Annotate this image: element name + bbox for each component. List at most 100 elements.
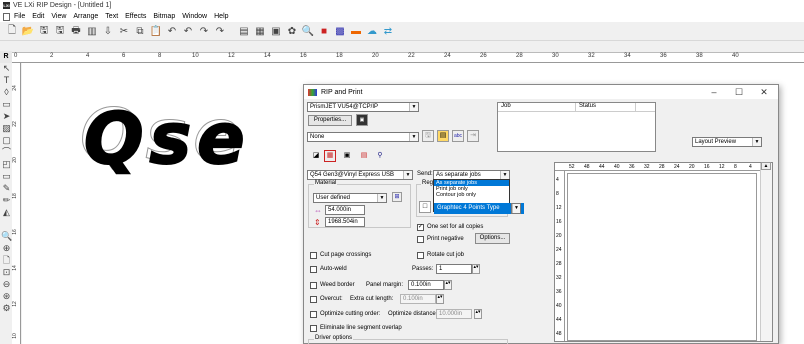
overcut-checkbox[interactable] xyxy=(310,296,317,303)
print-icon[interactable]: 🖶 xyxy=(69,25,83,39)
preview-media-area[interactable] xyxy=(567,173,757,341)
new-icon[interactable]: 🗋 xyxy=(5,25,19,39)
undo2-icon[interactable]: ↶ xyxy=(181,25,195,39)
status-column-header[interactable]: Status xyxy=(576,103,636,111)
palette-icon[interactable]: ■ xyxy=(317,25,331,39)
passes-spinner[interactable]: ▴▾ xyxy=(472,264,480,274)
undo-icon[interactable]: ↶ xyxy=(165,25,179,39)
tab-cut-icon[interactable]: ⚲ xyxy=(374,151,386,163)
zoom-selection-tool-icon[interactable]: ⊛ xyxy=(1,291,12,302)
registration-marks-icon[interactable]: □ xyxy=(419,201,431,213)
extra-cut-length-spinner[interactable]: ▴▾ xyxy=(436,294,444,304)
menu-arrange[interactable]: Arrange xyxy=(73,13,98,20)
passes-field[interactable]: 1 xyxy=(436,264,472,274)
cut-page-crossings-checkbox[interactable] xyxy=(310,252,317,259)
print-negative-checkbox[interactable] xyxy=(417,236,424,243)
frame-tool-icon[interactable]: ▢ xyxy=(1,135,12,146)
zoom-out-tool-icon[interactable]: ⊖ xyxy=(1,279,12,290)
layout-preview-select[interactable]: Layout Preview ▼ xyxy=(692,137,762,147)
canvas-text-object[interactable]: Qse xyxy=(83,97,251,181)
media-length-field[interactable]: 1968.504in xyxy=(325,217,365,227)
pointer-tool-icon[interactable]: ↖ xyxy=(1,63,12,74)
save-as-icon[interactable]: 🖫 xyxy=(53,25,67,39)
pencil-tool-icon[interactable]: ✏ xyxy=(1,195,12,206)
open-preset-icon[interactable]: ▤ xyxy=(437,130,449,142)
zoom-fit-tool-icon[interactable]: ⊡ xyxy=(1,267,12,278)
auto-weld-checkbox[interactable] xyxy=(310,266,317,273)
cloud-icon[interactable]: ☁ xyxy=(365,25,379,39)
maximize-button[interactable]: ☐ xyxy=(729,85,749,99)
zoom-icon[interactable]: 🔍 xyxy=(301,25,315,39)
shape-tool-icon[interactable]: ◊ xyxy=(1,87,12,98)
save-icon[interactable]: 🖫 xyxy=(37,25,51,39)
preset-select[interactable]: None ▼ xyxy=(307,132,419,142)
align-icon[interactable]: ▤ xyxy=(237,25,251,39)
cutter-select[interactable]: Q54 Gen3@Vinyl Express USB ▼ xyxy=(307,170,413,180)
menu-help[interactable]: Help xyxy=(214,13,228,20)
optimize-distance-spinner[interactable]: ▴▾ xyxy=(474,309,482,319)
copy-icon[interactable]: ⧉ xyxy=(133,25,147,39)
node-tool-icon[interactable]: ➤ xyxy=(1,111,12,122)
optimize-distance-field[interactable]: 10.000in xyxy=(436,309,472,319)
import-icon[interactable]: ⇩ xyxy=(101,25,115,39)
tab-general-icon[interactable]: ◪ xyxy=(310,151,322,163)
tab-image-icon[interactable]: ▣ xyxy=(341,151,353,163)
color-icon[interactable]: ✿ xyxy=(285,25,299,39)
outline-tool-icon[interactable]: ◰ xyxy=(1,159,12,170)
menu-view[interactable]: View xyxy=(51,13,66,20)
arrange-icon[interactable]: ▦ xyxy=(253,25,267,39)
layout-preview-pane[interactable]: 52 48 44 40 36 32 28 24 20 16 12 8 4 4 8 12 16 20 24 28 32 3… xyxy=(554,162,773,342)
dimension-tool-icon[interactable]: ▭ xyxy=(1,171,12,182)
ruler-corner[interactable]: R xyxy=(0,51,12,63)
zoom-page-tool-icon[interactable]: 🗋 xyxy=(1,255,12,266)
printer-select[interactable]: PrismJET VU54@TCP/IP ▼ xyxy=(307,102,419,112)
rotate-cut-job-checkbox[interactable] xyxy=(417,252,424,259)
transfer-icon[interactable]: ⇄ xyxy=(381,25,395,39)
job-column-header[interactable]: Job xyxy=(498,103,576,111)
optimize-order-checkbox[interactable] xyxy=(310,311,317,318)
open-icon[interactable]: 📂 xyxy=(21,25,35,39)
save-preset-icon[interactable]: 🖫 xyxy=(422,130,434,142)
extra-cut-length-field[interactable]: 0.100in xyxy=(400,294,436,304)
registration-dropdown-arrow[interactable]: ▼ xyxy=(511,203,521,214)
panel-margin-spinner[interactable]: ▴▾ xyxy=(444,280,452,290)
tab-layout-icon[interactable]: ▦ xyxy=(324,150,336,162)
menu-edit[interactable]: Edit xyxy=(32,13,44,20)
zoom-in-tool-icon[interactable]: ⊕ xyxy=(1,243,12,254)
hand-tool-icon[interactable]: ⚙ xyxy=(1,303,12,314)
material-select[interactable]: User defined ▼ xyxy=(313,193,387,203)
properties-button[interactable]: Properties... xyxy=(308,115,352,126)
media-width-field[interactable]: 54.000in xyxy=(325,205,365,215)
send-option[interactable]: Contour job only xyxy=(434,192,509,198)
group-icon[interactable]: ▣ xyxy=(269,25,283,39)
curve-tool-icon[interactable]: ⌒ xyxy=(1,147,12,158)
pen-tool-icon[interactable]: ✎ xyxy=(1,183,12,194)
menu-bitmap[interactable]: Bitmap xyxy=(153,13,175,20)
one-set-checkbox[interactable]: ✓ xyxy=(417,224,424,231)
crop-tool-icon[interactable]: ▨ xyxy=(1,123,12,134)
weed-border-checkbox[interactable] xyxy=(310,282,317,289)
rip-icon[interactable]: ▥ xyxy=(85,25,99,39)
printer-settings-icon[interactable]: ▣ xyxy=(356,114,368,126)
scroll-up-button[interactable]: ▲ xyxy=(761,162,771,170)
tab-color-icon[interactable]: ▤ xyxy=(358,151,370,163)
document-icon[interactable] xyxy=(3,12,10,21)
spellcheck-icon[interactable]: abc xyxy=(452,130,464,142)
close-button[interactable]: ✕ xyxy=(754,85,774,99)
panel-margin-field[interactable]: 0.100in xyxy=(408,280,444,290)
job-list[interactable]: Job Status xyxy=(497,102,656,152)
preview-scrollbar[interactable] xyxy=(760,163,772,341)
options-button[interactable]: Options... xyxy=(475,233,510,244)
menu-window[interactable]: Window xyxy=(182,13,207,20)
redo2-icon[interactable]: ↷ xyxy=(213,25,227,39)
eliminate-overlap-checkbox[interactable] xyxy=(310,325,317,332)
paste-icon[interactable]: 📋 xyxy=(149,25,163,39)
zoom-tool-icon[interactable]: 🔍 xyxy=(1,231,12,242)
color-picker-icon[interactable]: ▬ xyxy=(349,25,363,39)
minimize-button[interactable]: – xyxy=(704,85,724,99)
fill-tool-icon[interactable]: ◭ xyxy=(1,207,12,218)
image-icon[interactable]: ▩ xyxy=(333,25,347,39)
menu-effects[interactable]: Effects xyxy=(125,13,146,20)
text-tool-icon[interactable]: T xyxy=(1,75,12,86)
material-settings-icon[interactable]: ⊞ xyxy=(392,192,402,202)
